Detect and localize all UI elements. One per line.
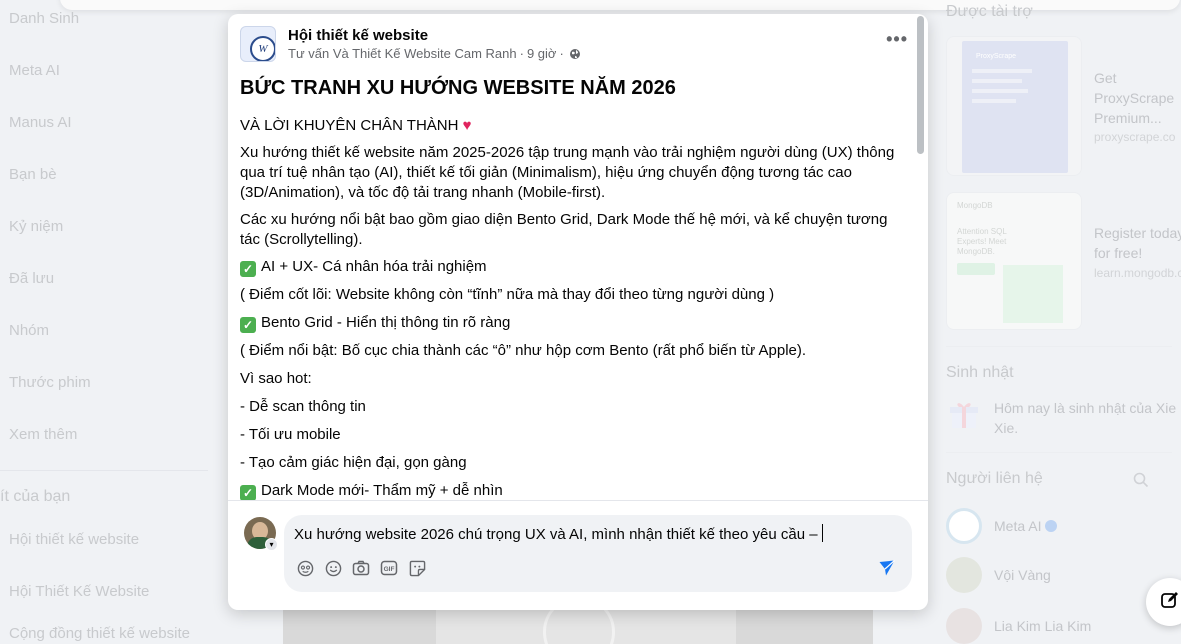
sidebar-item-reels[interactable]: Thước phim (9, 374, 91, 391)
left-sidebar: Danh Sinh Meta AI Manus AI Bạn bè Kỷ niệ… (0, 0, 215, 644)
post-note: ( Điểm cốt lõi: Website không còn “tĩnh”… (240, 286, 775, 303)
ad-url[interactable]: proxyscrape.co (1094, 129, 1175, 145)
globe-icon (569, 48, 581, 60)
why-item: - Tối ưu mobile (240, 426, 341, 443)
camera-icon[interactable] (352, 559, 370, 577)
shortcut-item[interactable]: Hội Thiết Kế Website (9, 583, 149, 600)
meta-ai-avatar (946, 508, 982, 544)
contact-item[interactable]: Vội Vàng (946, 557, 1051, 593)
sidebar-item-friends[interactable]: Bạn bè (9, 166, 57, 183)
post-paragraph: Xu hướng thiết kế website năm 2025-2026 … (240, 144, 895, 201)
ad-title[interactable]: Get ProxyScrape Premium... (1094, 68, 1181, 128)
post-subtitle: VÀ LỜI KHUYÊN CHÂN THÀNH ♥ (240, 116, 910, 136)
check-text: Bento Grid - Hiển thị thông tin rõ ràng (261, 314, 511, 331)
contact-meta-ai[interactable]: Meta AI (946, 508, 1058, 544)
sidebar-divider (0, 470, 208, 471)
post-header: W Hội thiết kế website Tư vấn Và Thiết K… (240, 26, 581, 62)
ad-url[interactable]: learn.mongodb.com (1094, 265, 1181, 281)
ad-brand-text: ProxyScrape (976, 53, 1017, 60)
shortcuts-title: ít của bạn (0, 488, 71, 505)
meta-separator: · (559, 46, 564, 61)
why-item: - Dễ scan thông tin (240, 398, 366, 415)
check-icon: ✓ (240, 317, 256, 333)
post-paragraph: Các xu hướng nổi bật bao gồm giao diện B… (240, 211, 888, 248)
ad-title[interactable]: Register today for free! (1094, 223, 1181, 263)
contact-name: Meta AI (994, 518, 1042, 534)
contact-name: Vội Vàng (994, 567, 1051, 583)
scrollbar-thumb[interactable] (917, 16, 924, 154)
more-options-button[interactable]: ••• (886, 30, 908, 48)
avatar (946, 608, 982, 644)
why-item: - Tạo cảm giác hiện đại, gọn gàng (240, 454, 467, 471)
text-caret (821, 524, 823, 542)
birthday-text[interactable]: Hôm nay là sinh nhật của Xie Xie. (994, 398, 1181, 438)
heart-icon: ♥ (462, 117, 472, 134)
author-name[interactable]: Tư vấn Và Thiết Kế Website Cam Ranh (288, 46, 517, 62)
meta-separator: · (519, 46, 524, 61)
comment-tools: GIF (296, 559, 426, 577)
sticker-icon[interactable] (408, 559, 426, 577)
comment-composer: Xu hướng website 2026 chú trọng UX và AI… (284, 515, 912, 592)
post-note: ( Điểm nổi bật: Bố cục chia thành các “ô… (240, 342, 807, 359)
check-text: AI + UX- Cá nhân hóa trải nghiệm (261, 258, 487, 275)
edit-icon (1160, 590, 1180, 615)
emoji-icon[interactable] (324, 559, 342, 577)
comment-input-text: Xu hướng website 2026 chú trọng UX và AI… (294, 526, 818, 543)
ad-brand-text: MongoDB (957, 201, 993, 210)
sidebar-item-groups[interactable]: Nhóm (9, 322, 49, 339)
why-title: Vì sao hot: (240, 370, 312, 387)
ad-image-proxyscrape[interactable]: ProxyScrape (946, 36, 1082, 176)
comment-input[interactable]: Xu hướng website 2026 chú trọng UX và AI… (294, 524, 823, 545)
avatar (946, 557, 982, 593)
post-time[interactable]: 9 giờ (527, 46, 557, 62)
page-name[interactable]: Hội thiết kế website (288, 26, 581, 46)
contact-item[interactable]: Lia Kim Lia Kim (946, 608, 1091, 644)
ad-image-caption: Attention SQL Experts! Meet MongoDB. (957, 227, 1007, 256)
post-meta: Tư vấn Và Thiết Kế Website Cam Ranh · 9 … (288, 46, 581, 62)
gif-icon[interactable]: GIF (380, 559, 398, 577)
ad-image-mongodb[interactable]: MongoDB Attention SQL Experts! Meet Mong… (946, 192, 1082, 330)
sidebar-item-saved[interactable]: Đã lưu (9, 270, 54, 287)
check-line: ✓ Dark Mode mới- Thẩm mỹ + dễ nhìn (240, 481, 910, 501)
verified-icon (1045, 520, 1058, 532)
right-sidebar: Được tài trợ ProxyScrape Get ProxyScrape… (935, 0, 1181, 644)
sidebar-item-meta-ai[interactable]: Meta AI (9, 62, 60, 79)
post-modal: W Hội thiết kế website Tư vấn Và Thiết K… (228, 14, 928, 610)
sidebar-item-memories[interactable]: Kỷ niệm (9, 218, 63, 235)
birthdays-title: Sinh nhật (946, 364, 1014, 381)
chevron-down-icon[interactable]: ▾ (265, 538, 278, 551)
page-avatar[interactable]: W (240, 26, 276, 62)
sidebar-item-see-more[interactable]: Xem thêm (9, 426, 77, 443)
sidebar-item-danh-sinh[interactable]: Danh Sinh (9, 10, 79, 27)
check-text: Dark Mode mới- Thẩm mỹ + dễ nhìn (261, 482, 503, 499)
composer-divider (228, 500, 928, 501)
avatar-sticker-icon[interactable] (296, 559, 314, 577)
check-icon: ✓ (240, 261, 256, 277)
check-icon: ✓ (240, 485, 256, 501)
sponsored-title: Được tài trợ (946, 3, 1033, 20)
post-body: BỨC TRANH XU HƯỚNG WEBSITE NĂM 2026 VÀ L… (240, 74, 910, 509)
subtitle-text: VÀ LỜI KHUYÊN CHÂN THÀNH (240, 117, 459, 134)
shortcut-item[interactable]: Cộng đồng thiết kế website (9, 625, 190, 642)
post-title: BỨC TRANH XU HƯỚNG WEBSITE NĂM 2026 (240, 77, 676, 99)
svg-text:GIF: GIF (384, 566, 395, 573)
contacts-title: Người liên hệ (946, 470, 1043, 487)
gift-icon (949, 400, 979, 430)
check-line: ✓ Bento Grid - Hiển thị thông tin rõ ràng (240, 313, 910, 333)
page-logo-icon: W (250, 36, 275, 61)
check-line: ✓ AI + UX- Cá nhân hóa trải nghiệm (240, 257, 910, 277)
search-icon[interactable] (1133, 472, 1149, 488)
sidebar-item-manus-ai[interactable]: Manus AI (9, 114, 72, 131)
shortcut-item[interactable]: Hội thiết kế website (9, 531, 139, 548)
contact-name: Lia Kim Lia Kim (994, 618, 1092, 634)
send-icon[interactable] (878, 559, 898, 579)
